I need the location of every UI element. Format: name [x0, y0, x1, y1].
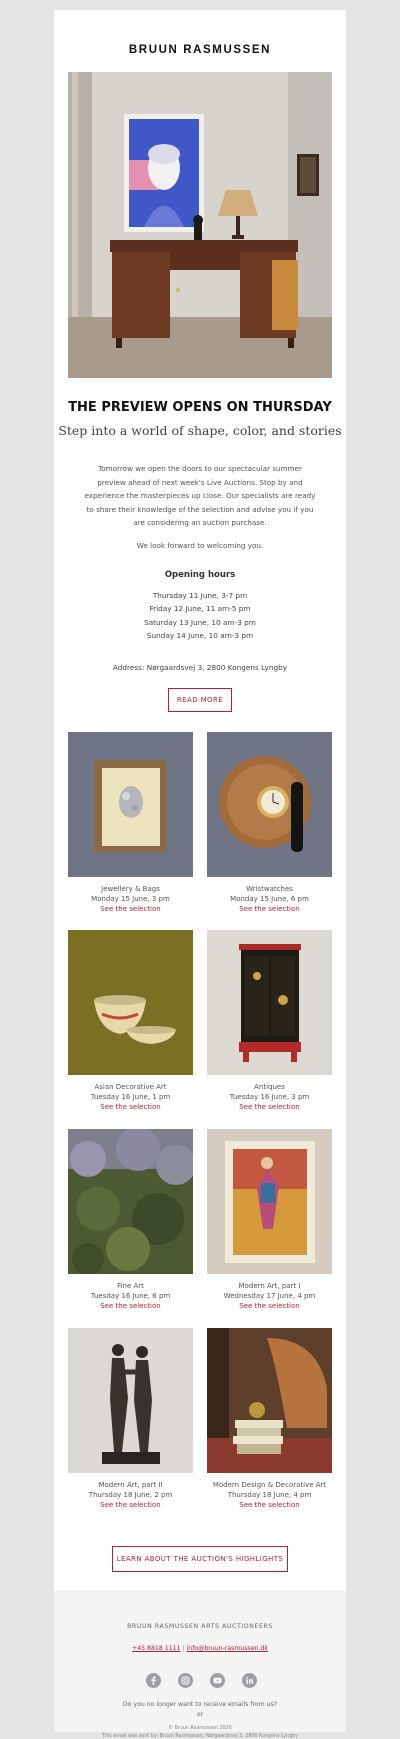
intro-line: to share their knowledge of the selectio…	[86, 504, 314, 514]
auction-category: Asian Decorative Art	[94, 1083, 167, 1091]
sent-by-text: This email was sent by: Bruun Rasmussen,…	[101, 1734, 299, 1739]
modern-design-image[interactable]	[207, 1328, 332, 1473]
auction-tile-modern-art-2[interactable]: Modern Art, part II Thursday 18 June, 2 …	[68, 1328, 193, 1510]
asian-art-image[interactable]	[68, 930, 193, 1075]
modern-art-1-image[interactable]	[207, 1129, 332, 1274]
wristwatch-image[interactable]	[207, 732, 332, 877]
opening-hours-list: Thursday 11 June, 3-7 pm Friday 12 June,…	[54, 589, 346, 643]
learn-highlights-button[interactable]: LEARN ABOUT THE AUCTION'S HIGHLIGHTS	[112, 1546, 288, 1572]
auction-date: Monday 15 June, 6 pm	[230, 895, 309, 903]
see-selection-link[interactable]: See the selection	[68, 904, 193, 914]
auction-tile-fine-art[interactable]: Fine Art Tuesday 16 June, 6 pm See the s…	[68, 1129, 193, 1311]
email-card: BRUUN RASMUSSEN THE PREVIEW OPENS ON THU…	[54, 10, 346, 1739]
intro-line: are considering an auction purchase.	[133, 518, 267, 527]
auction-tile-jewellery[interactable]: Jewellery & Bags Monday 15 June, 3 pm Se…	[68, 732, 193, 914]
contact-separator: |	[182, 1645, 185, 1652]
auction-category: Fine Art	[117, 1282, 144, 1290]
unsubscribe-text: Do you no longer want to receive emails …	[122, 1701, 278, 1708]
see-selection-link[interactable]: See the selection	[207, 1301, 332, 1311]
intro-line: preview ahead of next week's Live Auctio…	[97, 477, 303, 487]
auction-category: Modern Art, part I	[238, 1282, 301, 1290]
auction-date: Monday 15 June, 3 pm	[91, 895, 170, 903]
see-selection-link[interactable]: See the selection	[68, 1301, 193, 1311]
auction-date: Tuesday 16 June, 6 pm	[90, 1292, 171, 1300]
auction-tile-modern-design[interactable]: Modern Design & Decorative Art Thursday …	[207, 1328, 332, 1510]
footer: BRUUN RASMUSSEN ARTS AUCTIONEERS +45 881…	[54, 1590, 346, 1739]
auction-category: Modern Design & Decorative Art	[212, 1481, 327, 1489]
see-selection-link[interactable]: See the selection	[207, 1102, 332, 1112]
headline: THE PREVIEW OPENS ON THURSDAY	[68, 400, 332, 415]
opening-hours-item: Saturday 13 June, 10 am-3 pm	[144, 617, 256, 627]
opening-hours-item: Friday 12 June, 11 am-5 pm	[149, 604, 251, 614]
jewellery-image[interactable]	[68, 732, 193, 877]
footer-company: BRUUN RASMUSSEN ARTS AUCTIONEERS	[127, 1623, 273, 1630]
instagram-icon[interactable]	[178, 1673, 193, 1688]
auction-category: Modern Art, part II	[98, 1481, 163, 1489]
opening-hours-item: Thursday 11 June, 3-7 pm	[152, 591, 248, 600]
opening-hours-heading: Opening hours	[164, 570, 236, 580]
auction-category: Antiques	[254, 1083, 285, 1091]
phone-link[interactable]: +45 8818 1111	[132, 1645, 181, 1652]
see-selection-link[interactable]: See the selection	[207, 1500, 332, 1510]
fine-art-image[interactable]	[68, 1129, 193, 1274]
auction-date: Tuesday 16 June, 1 pm	[90, 1093, 171, 1101]
auction-date: Tuesday 16 June, 3 pm	[229, 1093, 310, 1101]
auction-category: Jewellery & Bags	[101, 885, 160, 893]
antiques-image[interactable]	[207, 930, 332, 1075]
auction-tile-asian-art[interactable]: Asian Decorative Art Tuesday 16 June, 1 …	[68, 930, 193, 1112]
auction-tile-antiques[interactable]: Antiques Tuesday 16 June, 3 pm See the s…	[207, 930, 332, 1112]
auction-category: Wristwatches	[246, 885, 293, 893]
copyright: © Bruun Rasmussen 2026	[168, 1726, 232, 1731]
facebook-icon[interactable]	[146, 1673, 161, 1688]
auction-tile-wristwatches[interactable]: Wristwatches Monday 15 June, 6 pm See th…	[207, 732, 332, 914]
subheadline: Step into a world of shape, color, and s…	[58, 423, 342, 438]
see-selection-link[interactable]: See the selection	[68, 1500, 193, 1510]
auction-tile-modern-art-1[interactable]: Modern Art, part I Wednesday 17 June, 4 …	[207, 1129, 332, 1311]
unsubscribe-or: or	[196, 1711, 204, 1718]
auction-date: Thursday 18 June, 2 pm	[88, 1491, 173, 1499]
auction-date: Thursday 18 June, 4 pm	[227, 1491, 312, 1499]
address: Address: Nørgaardsvej 3, 2800 Kongens Ly…	[112, 663, 288, 672]
see-selection-link[interactable]: See the selection	[68, 1102, 193, 1112]
intro-line: Tomorrow we open the doors to our specta…	[98, 464, 302, 473]
read-more-button[interactable]: READ MORE	[168, 688, 232, 712]
modern-art-2-image[interactable]	[68, 1328, 193, 1473]
welcome-text: We look forward to welcoming you.	[136, 541, 264, 550]
footer-contact: +45 8818 1111 | info@bruun-rasmussen.dk	[54, 1645, 346, 1652]
brand-logo[interactable]: BRUUN RASMUSSEN	[54, 44, 346, 56]
opening-hours-item: Sunday 14 June, 10 am-3 pm	[146, 631, 254, 641]
intro-paragraph: Tomorrow we open the doors to our specta…	[78, 462, 322, 530]
intro-line: experience the masterpieces up close. Ou…	[84, 491, 316, 500]
see-selection-link[interactable]: See the selection	[207, 904, 332, 914]
auction-date: Wednesday 17 June, 4 pm	[223, 1292, 316, 1300]
email-link[interactable]: info@bruun-rasmussen.dk	[187, 1645, 268, 1652]
hero-image[interactable]	[68, 72, 332, 378]
youtube-icon[interactable]	[210, 1673, 225, 1688]
linkedin-icon[interactable]	[242, 1673, 257, 1688]
